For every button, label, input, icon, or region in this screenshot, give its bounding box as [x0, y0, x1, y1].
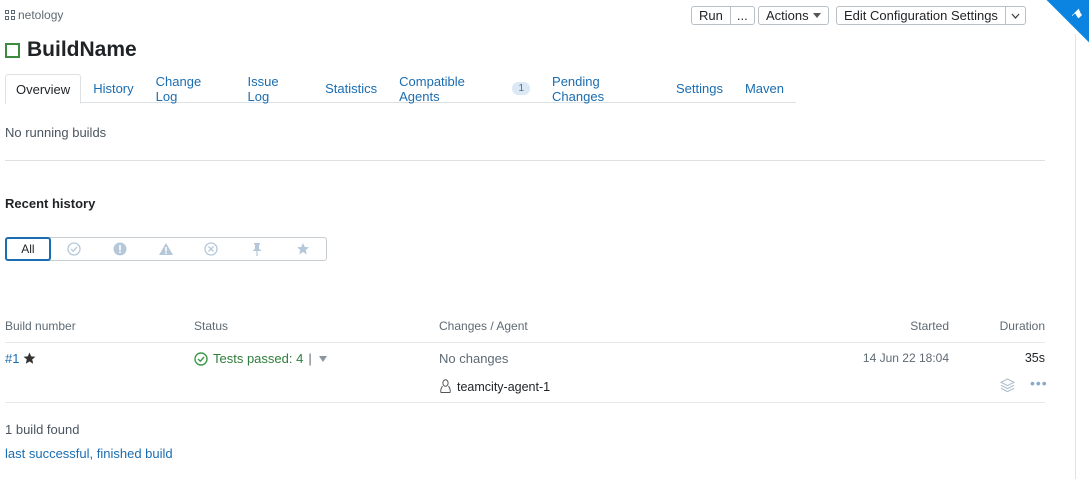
actions-label: Actions	[766, 8, 809, 23]
project-grid-icon	[5, 10, 15, 20]
table-row-build-number: #1	[5, 351, 36, 366]
last-successful-build-link[interactable]: last successful, finished build	[5, 446, 173, 461]
table-row-duration: 35s	[1024, 351, 1045, 365]
table-row-changes: No changes	[439, 351, 509, 366]
status-separator: |	[308, 351, 312, 366]
tab-issue-log[interactable]: Issue Log	[238, 74, 314, 104]
artifacts-layers-icon[interactable]	[999, 378, 1016, 396]
section-divider	[5, 160, 1045, 161]
recent-history-heading: Recent history	[5, 196, 96, 211]
table-row-agent: teamcity-agent-1	[439, 379, 550, 394]
build-config-name: BuildName	[27, 38, 137, 61]
project-breadcrumb[interactable]: netology	[5, 8, 63, 22]
tab-statistics[interactable]: Statistics	[315, 74, 387, 103]
actions-dropdown[interactable]: Actions	[758, 6, 829, 25]
tab-compatible-agents[interactable]: Compatible Agents 1	[389, 73, 540, 104]
builds-found-count: 1 build found	[5, 422, 80, 437]
ribbon-triangle	[1046, 0, 1089, 43]
table-header-divider	[5, 342, 1045, 343]
chevron-down-icon	[812, 13, 821, 18]
no-running-builds-text: No running builds	[5, 125, 107, 140]
tab-overview[interactable]: Overview	[5, 74, 82, 104]
project-name[interactable]: netology	[18, 8, 63, 22]
pin-icon	[252, 242, 262, 256]
status-details-toggle-icon[interactable]	[318, 355, 327, 362]
filter-pinned-button[interactable]	[234, 238, 280, 260]
table-row-status: Tests passed: 4 |	[194, 351, 327, 366]
edit-configuration-button[interactable]: Edit Configuration Settings	[836, 6, 1006, 25]
tab-maven[interactable]: Maven	[735, 74, 794, 103]
chevron-down-icon	[1011, 13, 1020, 19]
failed-icon	[113, 242, 127, 256]
run-button[interactable]: Run	[691, 6, 731, 25]
column-header-changes-agent: Changes / Agent	[439, 319, 528, 333]
filter-cancelled-button[interactable]	[188, 238, 234, 260]
table-bottom-divider	[5, 402, 1045, 403]
filter-success-button[interactable]	[51, 238, 97, 260]
tab-history[interactable]: History	[83, 74, 143, 103]
right-panel-divider	[1075, 34, 1076, 479]
run-custom-button[interactable]: ...	[730, 6, 755, 25]
tab-settings[interactable]: Settings	[666, 74, 733, 103]
column-header-build-number: Build number	[5, 319, 76, 333]
tab-change-log[interactable]: Change Log	[146, 74, 236, 104]
filter-warning-button[interactable]	[143, 238, 189, 260]
tab-compatible-agents-label: Compatible Agents	[399, 73, 465, 104]
tab-bar: Overview History Change Log Issue Log St…	[5, 73, 796, 104]
success-icon	[194, 351, 208, 366]
corner-notification-ribbon[interactable]: ⚑	[1029, 0, 1089, 60]
build-status-link[interactable]: Tests passed: 4	[213, 351, 303, 366]
filter-starred-button[interactable]	[280, 238, 326, 260]
column-header-status: Status	[194, 319, 229, 333]
build-number-link[interactable]: #1	[5, 351, 19, 366]
table-row-started: 14 Jun 22 18:04	[862, 351, 949, 365]
build-status-square-icon	[5, 42, 20, 58]
filter-failed-button[interactable]	[97, 238, 143, 260]
warning-icon	[158, 243, 173, 255]
linux-icon	[440, 379, 451, 393]
column-header-started: Started	[910, 319, 949, 333]
run-button-group: Run ...	[691, 6, 755, 25]
column-header-duration: Duration	[999, 319, 1045, 333]
cancelled-icon	[204, 242, 219, 256]
tab-pending-changes[interactable]: Pending Changes	[542, 74, 664, 104]
star-icon[interactable]	[23, 352, 36, 365]
agent-link[interactable]: teamcity-agent-1	[457, 380, 550, 394]
filter-all-button[interactable]: All	[5, 237, 51, 261]
layers-icon	[999, 378, 1016, 393]
edit-configuration-dropdown[interactable]	[1005, 6, 1026, 25]
more-options-icon[interactable]: •••	[1030, 375, 1048, 391]
history-filter-bar: All	[5, 237, 327, 261]
compatible-agents-count-badge: 1	[512, 82, 531, 95]
page-title: BuildName	[5, 38, 137, 62]
star-icon	[297, 243, 310, 255]
edit-settings-group: Edit Configuration Settings	[836, 6, 1026, 25]
success-icon	[67, 242, 81, 256]
